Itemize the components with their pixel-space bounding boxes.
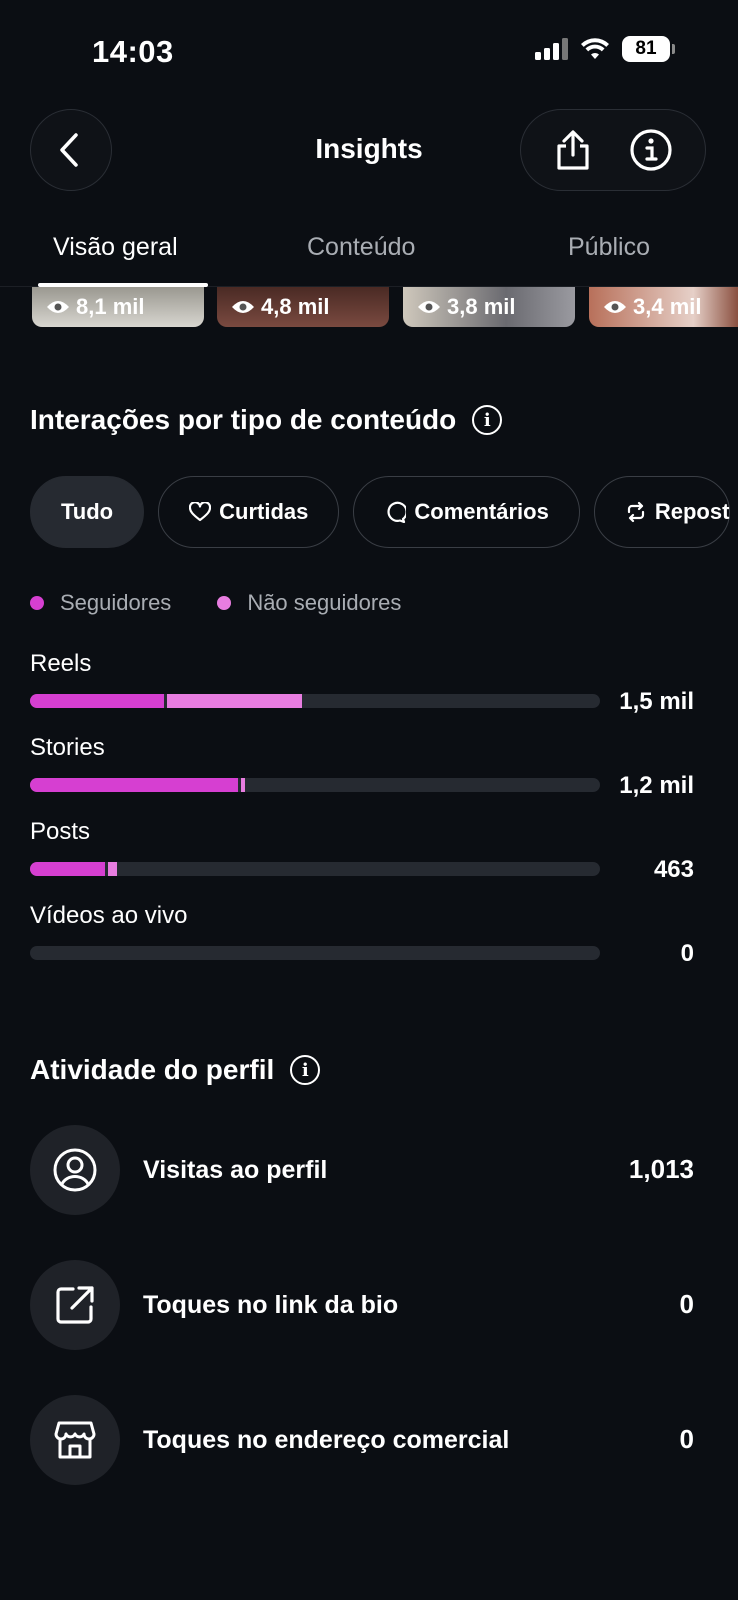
legend-dot <box>217 596 232 610</box>
bar-segment-non-followers <box>108 862 117 876</box>
external-link-icon <box>56 1286 94 1324</box>
business-address-icon-wrap <box>30 1395 120 1485</box>
user-circle-icon <box>53 1148 97 1192</box>
legend-item-non-followers: Não seguidores <box>217 590 401 616</box>
info-icon[interactable]: i <box>290 1055 321 1085</box>
status-icons: 81 <box>535 36 675 62</box>
bar-segment-followers <box>30 778 239 792</box>
storefront-icon <box>54 1421 96 1459</box>
bar-value-posts: 463 <box>653 856 694 883</box>
filter-chip-tudo[interactable]: Tudo <box>30 476 145 548</box>
interaction-filters: Tudo Curtidas Comentários Repost <box>30 476 731 548</box>
content-thumbnail[interactable]: 3,4 mil <box>589 287 738 327</box>
heart-icon <box>189 502 212 522</box>
filter-chip-comentarios[interactable]: Comentários <box>353 476 580 548</box>
repost-icon <box>627 501 644 523</box>
battery-icon: 81 <box>622 36 675 62</box>
bar-segment-non-followers <box>241 778 246 792</box>
bar-label-posts: Posts <box>30 818 91 845</box>
thumbnail-views: 3,8 mil <box>447 294 516 319</box>
wifi-icon <box>581 38 609 59</box>
bio-link-taps-label: Toques no link da bio <box>143 1291 399 1319</box>
eye-icon <box>604 301 626 313</box>
business-address-taps-value: 0 <box>679 1424 694 1454</box>
bar-track <box>30 694 600 708</box>
eye-icon <box>47 301 69 313</box>
profile-visits-icon-wrap <box>30 1125 120 1215</box>
filter-chip-curtidas[interactable]: Curtidas <box>158 476 340 548</box>
thumbnail-views: 8,1 mil <box>76 294 145 319</box>
status-time: 14:03 <box>92 34 174 69</box>
tab-visao-geral[interactable]: Visão geral <box>53 233 178 262</box>
eye-icon <box>232 301 254 313</box>
content-thumbnail[interactable]: 4,8 mil <box>217 287 389 327</box>
filter-chip-repost[interactable]: Repost <box>593 476 731 548</box>
bar-segment-followers <box>30 862 106 876</box>
info-icon <box>630 129 672 171</box>
profile-activity-title: Atividade do perfil i <box>30 1054 321 1086</box>
legend-dot <box>30 596 44 610</box>
bio-link-taps-value: 0 <box>679 1289 694 1319</box>
share-icon <box>557 130 589 170</box>
content-thumbnail[interactable]: 8,1 mil <box>32 287 204 327</box>
bar-value-reels: 1,5 mil <box>619 688 694 715</box>
bar-value-live-videos: 0 <box>680 940 694 967</box>
tab-publico[interactable]: Público <box>568 233 650 262</box>
profile-visits-label: Visitas ao perfil <box>143 1156 328 1184</box>
info-icon[interactable]: i <box>472 405 503 435</box>
interactions-section-title: Interações por tipo de conteúdo i <box>30 404 503 436</box>
legend-item-followers: Seguidores <box>30 590 171 616</box>
bar-segment-non-followers <box>166 694 303 708</box>
business-address-taps-label: Toques no endereço comercial <box>143 1426 510 1454</box>
share-button[interactable] <box>553 129 593 171</box>
profile-visits-value: 1,013 <box>628 1154 694 1184</box>
bar-label-stories: Stories <box>30 734 105 761</box>
thumbnail-views: 3,4 mil <box>633 294 702 319</box>
eye-icon <box>418 301 440 313</box>
bar-track <box>30 862 600 876</box>
bar-track <box>30 778 600 792</box>
content-thumbnail[interactable]: 3,8 mil <box>403 287 575 327</box>
bar-label-reels: Reels <box>30 650 92 677</box>
tab-conteudo[interactable]: Conteúdo <box>307 233 415 262</box>
chart-legend: Seguidores Não seguidores <box>30 590 401 616</box>
thumbnail-views: 4,8 mil <box>261 294 330 319</box>
bar-track <box>30 946 600 960</box>
cellular-signal-icon <box>535 38 568 60</box>
bio-link-icon-wrap <box>30 1260 120 1350</box>
header-actions <box>520 109 706 191</box>
bar-segment-followers <box>30 694 164 708</box>
info-button[interactable] <box>629 128 673 172</box>
bar-value-stories: 1,2 mil <box>619 772 694 799</box>
comment-icon <box>387 501 407 523</box>
bar-label-live-videos: Vídeos ao vivo <box>30 902 188 929</box>
